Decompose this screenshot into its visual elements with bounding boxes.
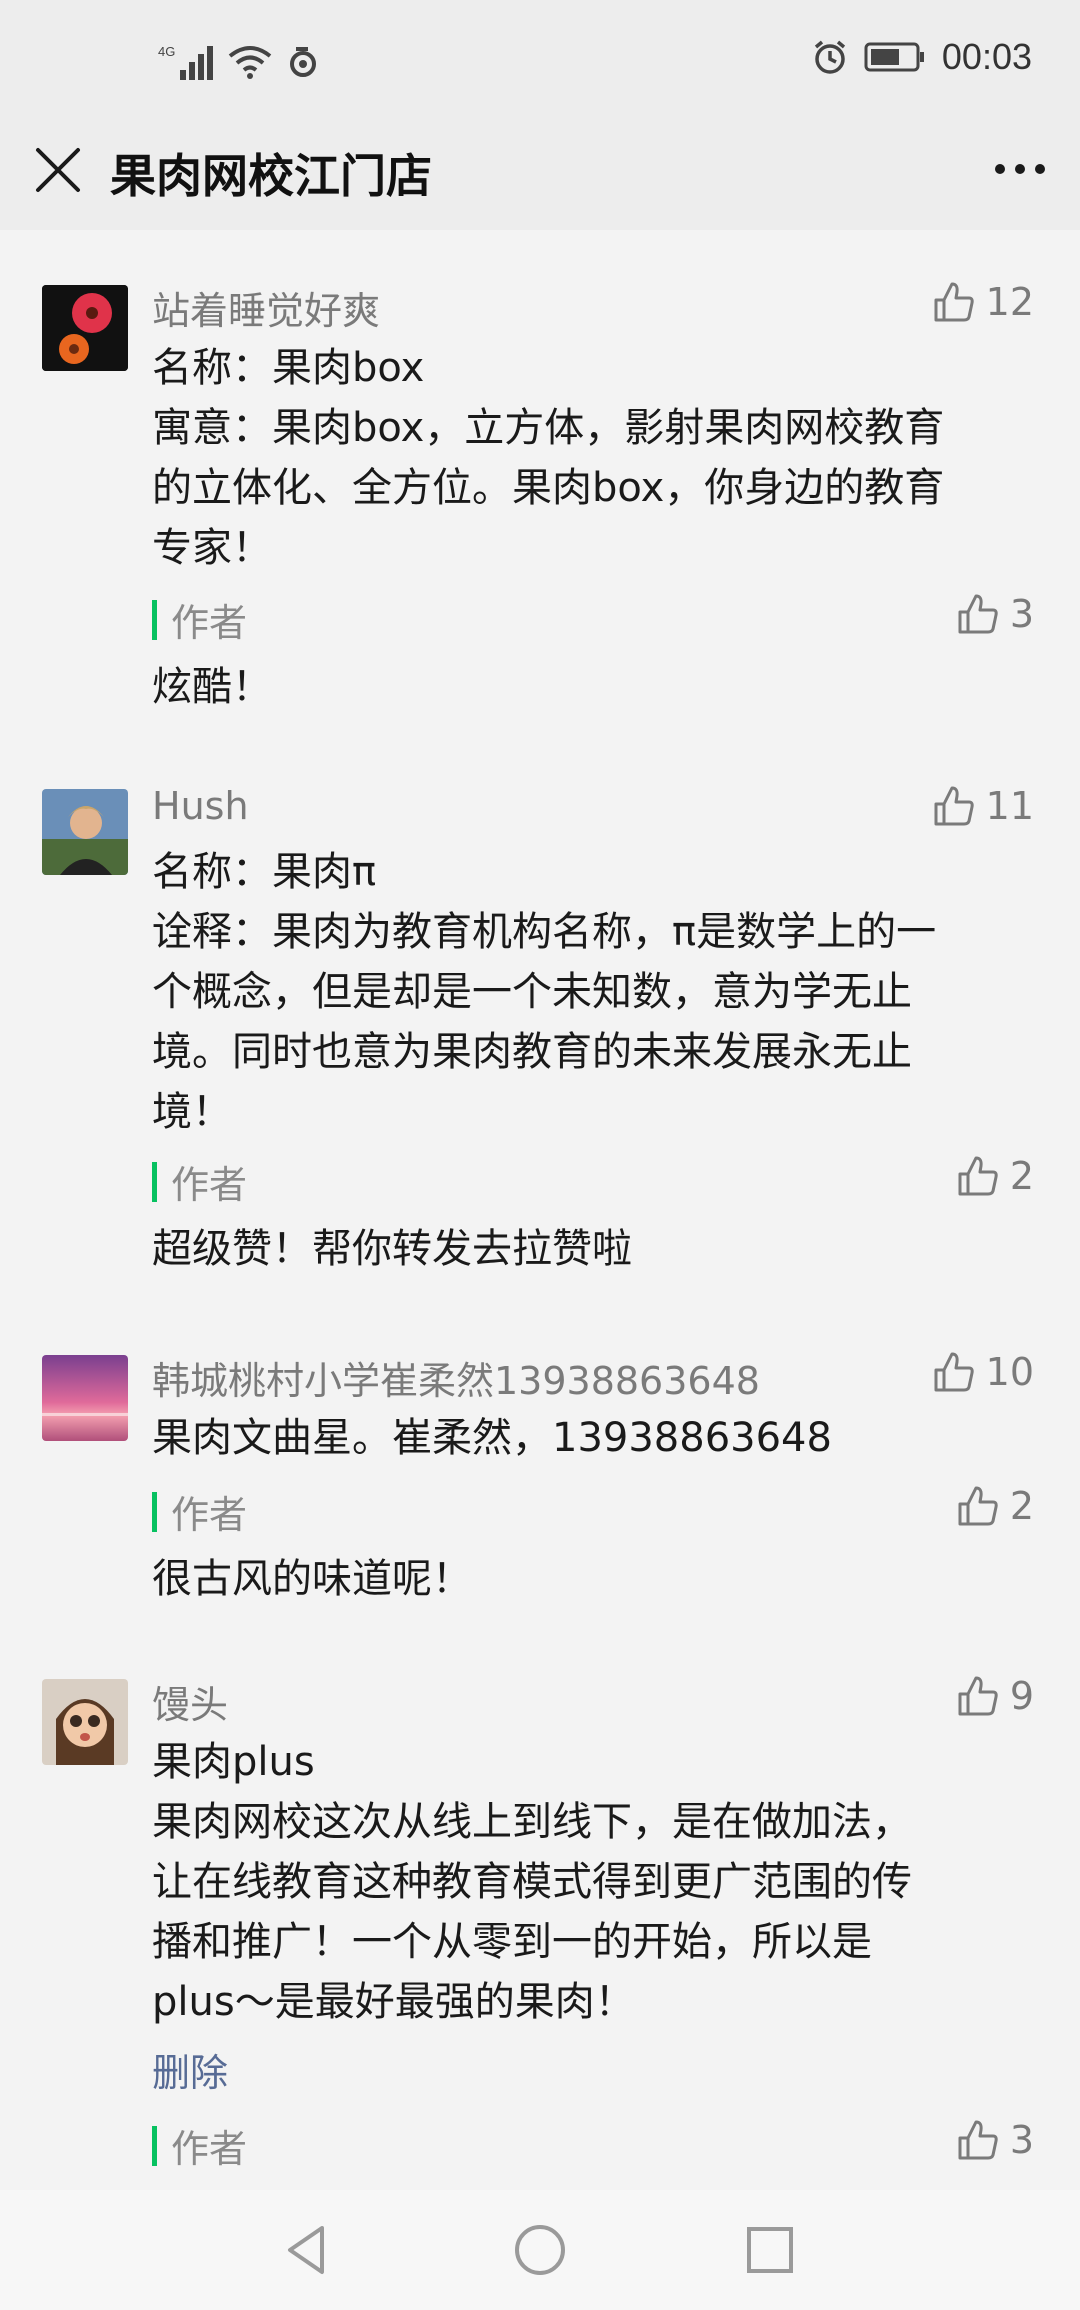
close-icon[interactable] (30, 142, 86, 198)
reply-text: 很古风的味道呢！ (152, 1556, 472, 1602)
thumbs-up-icon (958, 1676, 998, 1716)
reply-accent-bar (152, 2125, 157, 2166)
comment-text: 名称：果肉π 诠释：果肉为教育机构名称，π是数学上的一 个概念，但是却是一个未知… (152, 842, 1032, 1142)
thumbs-up-icon (958, 1486, 998, 1526)
comment-line: 果肉plus (152, 1739, 315, 1785)
thumbs-up-icon (958, 1156, 998, 1196)
reply-accent-bar (152, 1161, 157, 1202)
like-count: 3 (1009, 592, 1034, 636)
like-count: 2 (1009, 1154, 1034, 1198)
comment-nickname: 馒头 (152, 1683, 229, 1727)
author-reply-label: 作者 (152, 1154, 247, 1209)
system-nav-bar (0, 2190, 1080, 2310)
reply-like-button[interactable]: 3 (956, 2118, 1034, 2162)
reply-author: 作者 (171, 601, 248, 645)
reply-author: 作者 (171, 2127, 248, 2171)
comment-line: 名称：果肉box (152, 345, 425, 391)
reply-accent-bar (152, 599, 157, 640)
thumbs-up-icon (934, 282, 974, 322)
comment-line: 播和推广！一个从零到一的开始，所以是 (152, 1919, 872, 1965)
comment-text: 名称：果肉box 寓意：果肉box，立方体，影射果肉网校教育 的立体化、全方位。… (152, 338, 1032, 578)
signal-icon: 4G (158, 44, 213, 80)
square-recent-icon[interactable] (740, 2220, 800, 2280)
nav-bar: 果肉网校江门店 (0, 120, 1080, 230)
like-button[interactable]: 9 (956, 1674, 1034, 1718)
comment-nickname: Hush (152, 784, 249, 828)
comment-nickname: 站着睡觉好爽 (152, 289, 381, 333)
like-count: 11 (985, 784, 1034, 828)
thumbs-up-icon (934, 786, 974, 826)
avatar[interactable] (42, 1355, 128, 1441)
clock: 00:03 (941, 36, 1032, 77)
comment-line: 个概念，但是却是一个未知数，意为学无止 (152, 969, 912, 1015)
comment-list: 站着睡觉好爽 12 名称：果肉box 寓意：果肉box，立方体，影射果肉网校教育… (0, 230, 1080, 2190)
like-count: 10 (985, 1350, 1034, 1394)
author-reply-label: 作者 (152, 2118, 247, 2173)
like-count: 9 (1009, 1674, 1034, 1718)
reply-author: 作者 (171, 1163, 248, 1207)
reply-author: 作者 (171, 1493, 248, 1537)
battery-icon (864, 42, 924, 72)
reply-text: 炫酷！ (152, 664, 272, 710)
comment-line: 让在线教育这种教育模式得到更广范围的传 (152, 1859, 912, 1905)
reply-like-button[interactable]: 2 (956, 1154, 1034, 1198)
comment-nickname: 韩城桃村小学崔柔然13938863648 (152, 1359, 760, 1403)
comment-line: 境！ (152, 1089, 232, 1135)
reply-text: 超级赞！帮你转发去拉赞啦 (152, 1226, 632, 1272)
author-reply-label: 作者 (152, 592, 247, 647)
reply-like-button[interactable]: 3 (956, 592, 1034, 636)
comment-line: 果肉网校这次从线上到线下，是在做加法， (152, 1799, 912, 1845)
avatar[interactable] (42, 285, 128, 371)
page-title: 果肉网校江门店 (110, 149, 432, 203)
svg-text:4G: 4G (158, 44, 175, 59)
comment-line: 寓意：果肉box，立方体，影射果肉网校教育 (152, 405, 945, 451)
reply-like-button[interactable]: 2 (956, 1484, 1034, 1528)
reply-accent-bar (152, 1491, 157, 1532)
delete-link[interactable]: 删除 (152, 2042, 228, 2097)
status-bar: 4G 00:03 (0, 0, 1080, 120)
wifi-icon (228, 46, 272, 79)
like-count: 3 (1009, 2118, 1034, 2162)
author-reply-label: 作者 (152, 1484, 247, 1539)
status-right: 00:03 (812, 36, 1032, 78)
like-button[interactable]: 10 (932, 1350, 1034, 1394)
avatar[interactable] (42, 1679, 128, 1765)
thumbs-up-icon (934, 1352, 974, 1392)
comment-line: 的立体化、全方位。果肉box，你身边的教育 (152, 465, 945, 511)
comment-line: 诠释：果肉为教育机构名称，π是数学上的一 (152, 909, 937, 955)
comment-line: plus～是最好最强的果肉！ (152, 1979, 635, 2025)
hotspot-icon (290, 47, 316, 77)
alarm-icon (814, 40, 846, 74)
comment-line: 名称：果肉π (152, 849, 377, 895)
more-icon[interactable] (990, 144, 1050, 194)
like-button[interactable]: 12 (932, 280, 1034, 324)
triangle-back-icon[interactable] (278, 2220, 338, 2280)
like-count: 2 (1009, 1484, 1034, 1528)
comment-text: 果肉文曲星。崔柔然，13938863648 (152, 1408, 1032, 1468)
comment-line: 境。同时也意为果肉教育的未来发展永无止 (152, 1029, 912, 1075)
status-left: 4G (158, 42, 320, 82)
comment-line: 专家！ (152, 525, 272, 571)
like-button[interactable]: 11 (932, 784, 1034, 828)
circle-home-icon[interactable] (510, 2220, 570, 2280)
comment-line: 果肉文曲星。崔柔然，13938863648 (152, 1415, 832, 1461)
comment-text: 果肉plus 果肉网校这次从线上到线下，是在做加法， 让在线教育这种教育模式得到… (152, 1732, 1032, 2032)
like-count: 12 (985, 280, 1034, 324)
thumbs-up-icon (958, 2120, 998, 2160)
thumbs-up-icon (958, 594, 998, 634)
avatar[interactable] (42, 789, 128, 875)
